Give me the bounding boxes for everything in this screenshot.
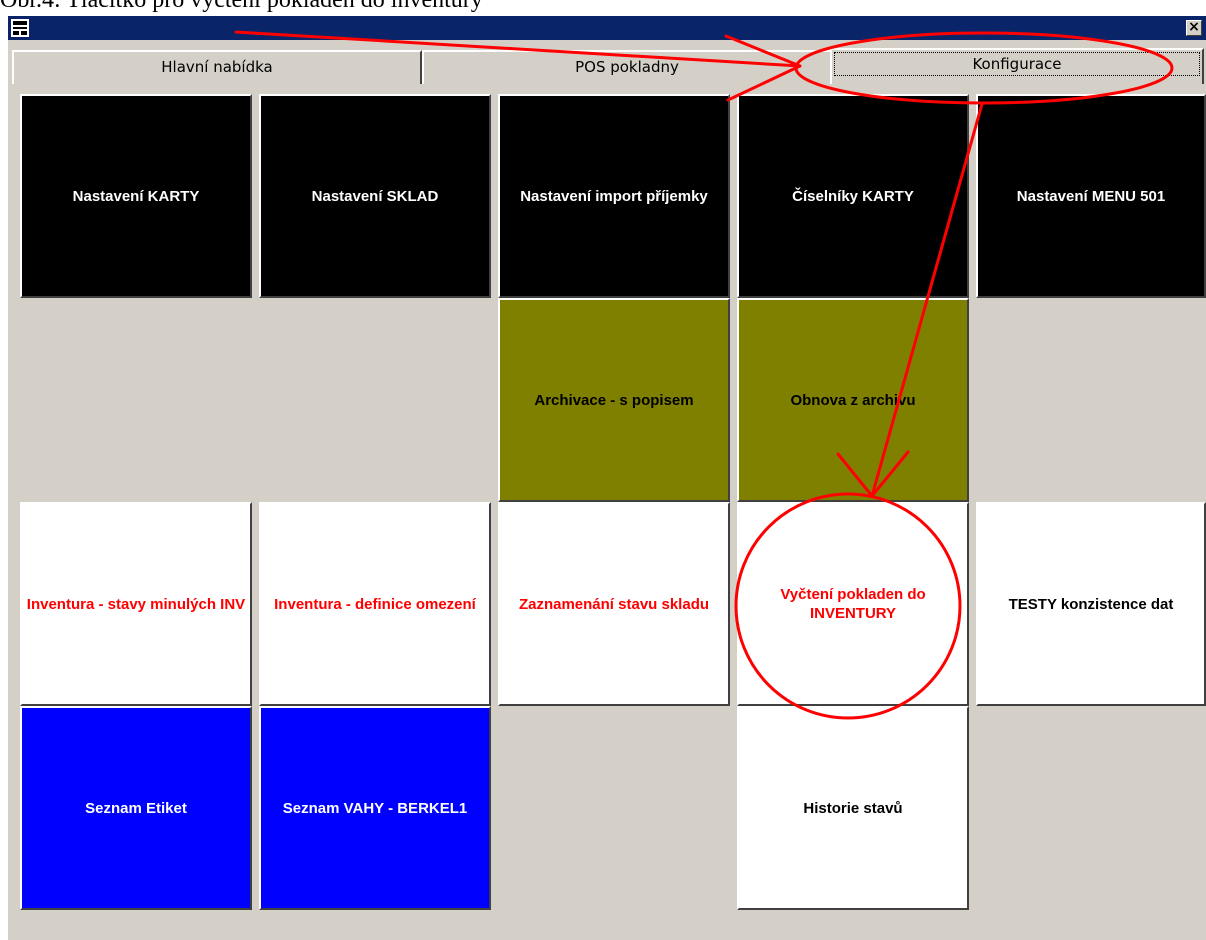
nastaveni-menu-501-button[interactable]: Nastavení MENU 501: [976, 94, 1206, 298]
inventura-stavy-button[interactable]: Inventura - stavy minulých INV: [20, 502, 252, 706]
close-icon: ×: [1188, 19, 1200, 35]
seznam-vahy-button[interactable]: Seznam VAHY - BERKEL1: [259, 706, 491, 910]
tab-konfigurace-label: Konfigurace: [834, 52, 1200, 76]
tab-panel-konfigurace: Nastavení KARTY Nastavení SKLAD Nastaven…: [8, 84, 1206, 940]
testy-konzistence-button[interactable]: TESTY konzistence dat: [976, 502, 1206, 706]
figure-caption: Obr.4: Tlačítko pro vyčtení pokladen do …: [0, 0, 483, 13]
zaznamenani-stavu-button[interactable]: Zaznamenání stavu skladu: [498, 502, 730, 706]
nastaveni-sklad-button[interactable]: Nastavení SKLAD: [259, 94, 491, 298]
app-window: × Hlavní nabídka POS pokladny Konfigurac…: [6, 14, 1206, 940]
historie-stavu-button[interactable]: Historie stavů: [737, 706, 969, 910]
ciselniky-karty-button[interactable]: Číselníky KARTY: [737, 94, 969, 298]
nastaveni-import-prijemky-button[interactable]: Nastavení import příjemky: [498, 94, 730, 298]
tab-konfigurace[interactable]: Konfigurace: [830, 48, 1204, 86]
tab-hlavni-nabidka[interactable]: Hlavní nabídka: [12, 50, 422, 84]
vycteni-pokladen-button[interactable]: Vyčtení pokladen do INVENTURY: [737, 502, 969, 706]
app-window-icon: [11, 19, 29, 37]
inventura-definice-button[interactable]: Inventura - definice omezení: [259, 502, 491, 706]
title-bar: ×: [8, 16, 1206, 40]
obnova-z-archivu-button[interactable]: Obnova z archivu: [737, 298, 969, 502]
seznam-etiket-button[interactable]: Seznam Etiket: [20, 706, 252, 910]
close-button[interactable]: ×: [1186, 20, 1202, 36]
nastaveni-karty-button[interactable]: Nastavení KARTY: [20, 94, 252, 298]
tab-pos-pokladny[interactable]: POS pokladny: [422, 50, 832, 84]
archivace-button[interactable]: Archivace - s popisem: [498, 298, 730, 502]
